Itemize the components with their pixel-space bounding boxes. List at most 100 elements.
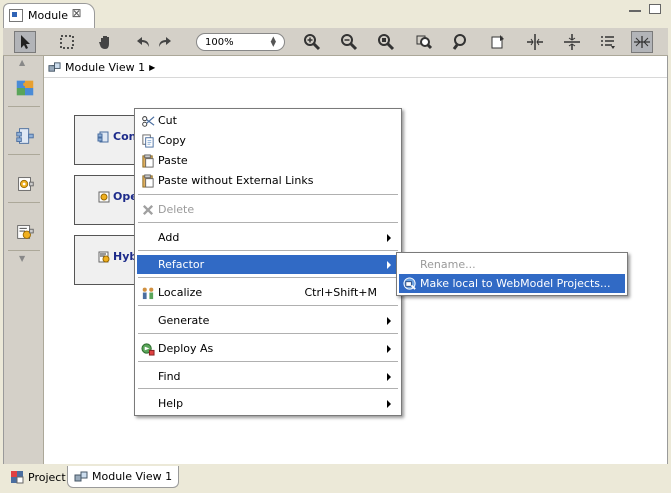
- zoom-fit-icon: [378, 34, 395, 51]
- menu-separator: [138, 222, 398, 223]
- zoom-in-icon: [304, 34, 321, 51]
- minimize-button[interactable]: [629, 4, 641, 12]
- breadcrumb-label: Module View 1: [65, 60, 146, 74]
- service-component-icon[interactable]: [11, 122, 39, 150]
- zoom-custom-button[interactable]: [450, 31, 472, 53]
- chevron-right-icon[interactable]: ▶: [149, 63, 155, 72]
- menu-item-cut[interactable]: Cut: [137, 111, 399, 130]
- menu-item-add[interactable]: Add: [137, 228, 399, 247]
- scroll-up-icon[interactable]: ▲: [19, 58, 25, 67]
- menu-item-label: Add: [158, 231, 180, 244]
- menu-separator: [138, 250, 398, 251]
- menu-item-label: Copy: [158, 134, 186, 147]
- tab-project-label: Project: [28, 470, 66, 484]
- component-palette: ▲ ▼: [4, 56, 44, 464]
- tab-module-label: Module: [28, 9, 68, 22]
- maximize-button[interactable]: [649, 4, 661, 14]
- undo-icon: [137, 37, 149, 47]
- submenu-arrow-icon: [387, 233, 391, 242]
- tab-module[interactable]: Module ⊠: [3, 3, 95, 28]
- menu-item-label: Delete: [158, 203, 195, 216]
- menu-item-paste[interactable]: Paste: [137, 151, 399, 170]
- note-icon: [491, 35, 504, 49]
- paste-icon: [140, 153, 155, 168]
- component-icon: [97, 131, 109, 143]
- hybrid-component-icon[interactable]: [11, 218, 39, 246]
- scroll-down-icon[interactable]: ▼: [19, 254, 25, 263]
- redo-button[interactable]: [154, 31, 176, 53]
- menu-item-make-local[interactable]: Make local to WebModel Projects...: [399, 274, 625, 293]
- select-pointer-button[interactable]: [14, 31, 36, 53]
- menu-item-localize[interactable]: Localize Ctrl+Shift+M: [137, 283, 399, 302]
- pan-hand-button[interactable]: [94, 31, 116, 53]
- zoom-level-select[interactable]: 100% ▲ ▼: [196, 33, 285, 51]
- module-view-icon: [48, 61, 61, 72]
- operation-icon: [98, 191, 110, 203]
- submenu-arrow-icon: [387, 399, 391, 408]
- add-note-button[interactable]: [487, 31, 509, 53]
- menu-item-paste-without-links[interactable]: Paste without External Links: [137, 171, 399, 190]
- submenu-arrow-icon: [387, 316, 391, 325]
- breadcrumb-bar: Module View 1 ▶: [44, 56, 667, 78]
- menu-item-label: Localize: [158, 286, 203, 299]
- menu-item-label: Refactor: [158, 258, 205, 271]
- menu-item-copy[interactable]: Copy: [137, 131, 399, 150]
- menu-item-delete: Delete: [137, 200, 399, 219]
- close-icon[interactable]: ⊠: [70, 7, 83, 20]
- list-icon: [601, 36, 615, 49]
- zoom-out-icon: [341, 34, 358, 51]
- menu-item-label: Cut: [158, 114, 177, 127]
- submenu-arrow-icon: [387, 372, 391, 381]
- menu-item-label: Rename...: [420, 258, 476, 271]
- distribute-vertical-button[interactable]: [561, 31, 583, 53]
- list-layout-button[interactable]: [597, 31, 619, 53]
- menu-item-deploy-as[interactable]: Deploy As: [137, 339, 399, 358]
- menu-item-generate[interactable]: Generate: [137, 311, 399, 330]
- menu-item-label: Find: [158, 370, 181, 383]
- zoom-custom-icon: [452, 34, 466, 50]
- puzzle-component-icon[interactable]: [11, 74, 39, 102]
- breadcrumb[interactable]: Module View 1 ▶: [48, 59, 155, 75]
- autolayout-icon: [634, 36, 650, 48]
- menu-item-rename: Rename...: [399, 255, 625, 274]
- menu-item-label: Deploy As: [158, 342, 214, 355]
- menu-item-label: Help: [158, 397, 184, 410]
- delete-icon: [140, 202, 155, 217]
- menu-separator: [138, 333, 398, 334]
- palette-divider: [8, 250, 40, 251]
- distribute-vertical-icon: [564, 34, 580, 50]
- distribute-horizontal-icon: [527, 34, 543, 50]
- zoom-out-button[interactable]: [338, 31, 360, 53]
- zoom-level-value: 100%: [205, 36, 234, 48]
- hand-icon: [99, 36, 109, 49]
- menu-separator: [138, 388, 398, 389]
- spinner-arrows-icon[interactable]: ▲ ▼: [271, 36, 276, 48]
- menu-item-refactor[interactable]: Refactor: [137, 255, 399, 274]
- marquee-select-button[interactable]: [56, 31, 78, 53]
- pointer-icon: [21, 35, 30, 49]
- operation-gear-icon[interactable]: [11, 170, 39, 198]
- menu-item-label: Paste without External Links: [158, 174, 314, 187]
- menu-item-shortcut: Ctrl+Shift+M: [304, 286, 378, 299]
- project-icon: [11, 471, 24, 484]
- menu-separator: [138, 361, 398, 362]
- tab-project[interactable]: Project: [4, 466, 72, 488]
- palette-divider: [8, 106, 40, 107]
- zoom-in-button[interactable]: [301, 31, 323, 53]
- paste-icon: [140, 173, 155, 188]
- distribute-horizontal-button[interactable]: [524, 31, 546, 53]
- window-controls: [629, 4, 661, 14]
- menu-item-find[interactable]: Find: [137, 367, 399, 386]
- localize-people-icon: [140, 285, 155, 300]
- tab-module-view[interactable]: Module View 1: [67, 466, 180, 488]
- zoom-selection-button[interactable]: [413, 31, 435, 53]
- autolayout-button[interactable]: [631, 31, 653, 53]
- view-tab-strip: Project Module View 1: [0, 465, 671, 493]
- copy-icon: [140, 133, 155, 148]
- undo-button[interactable]: [132, 31, 154, 53]
- menu-item-help[interactable]: Help: [137, 394, 399, 413]
- hybrid-icon: [98, 251, 110, 263]
- diagram-toolbar: 100% ▲ ▼: [3, 28, 668, 56]
- zoom-fit-button[interactable]: [375, 31, 397, 53]
- menu-separator: [138, 305, 398, 306]
